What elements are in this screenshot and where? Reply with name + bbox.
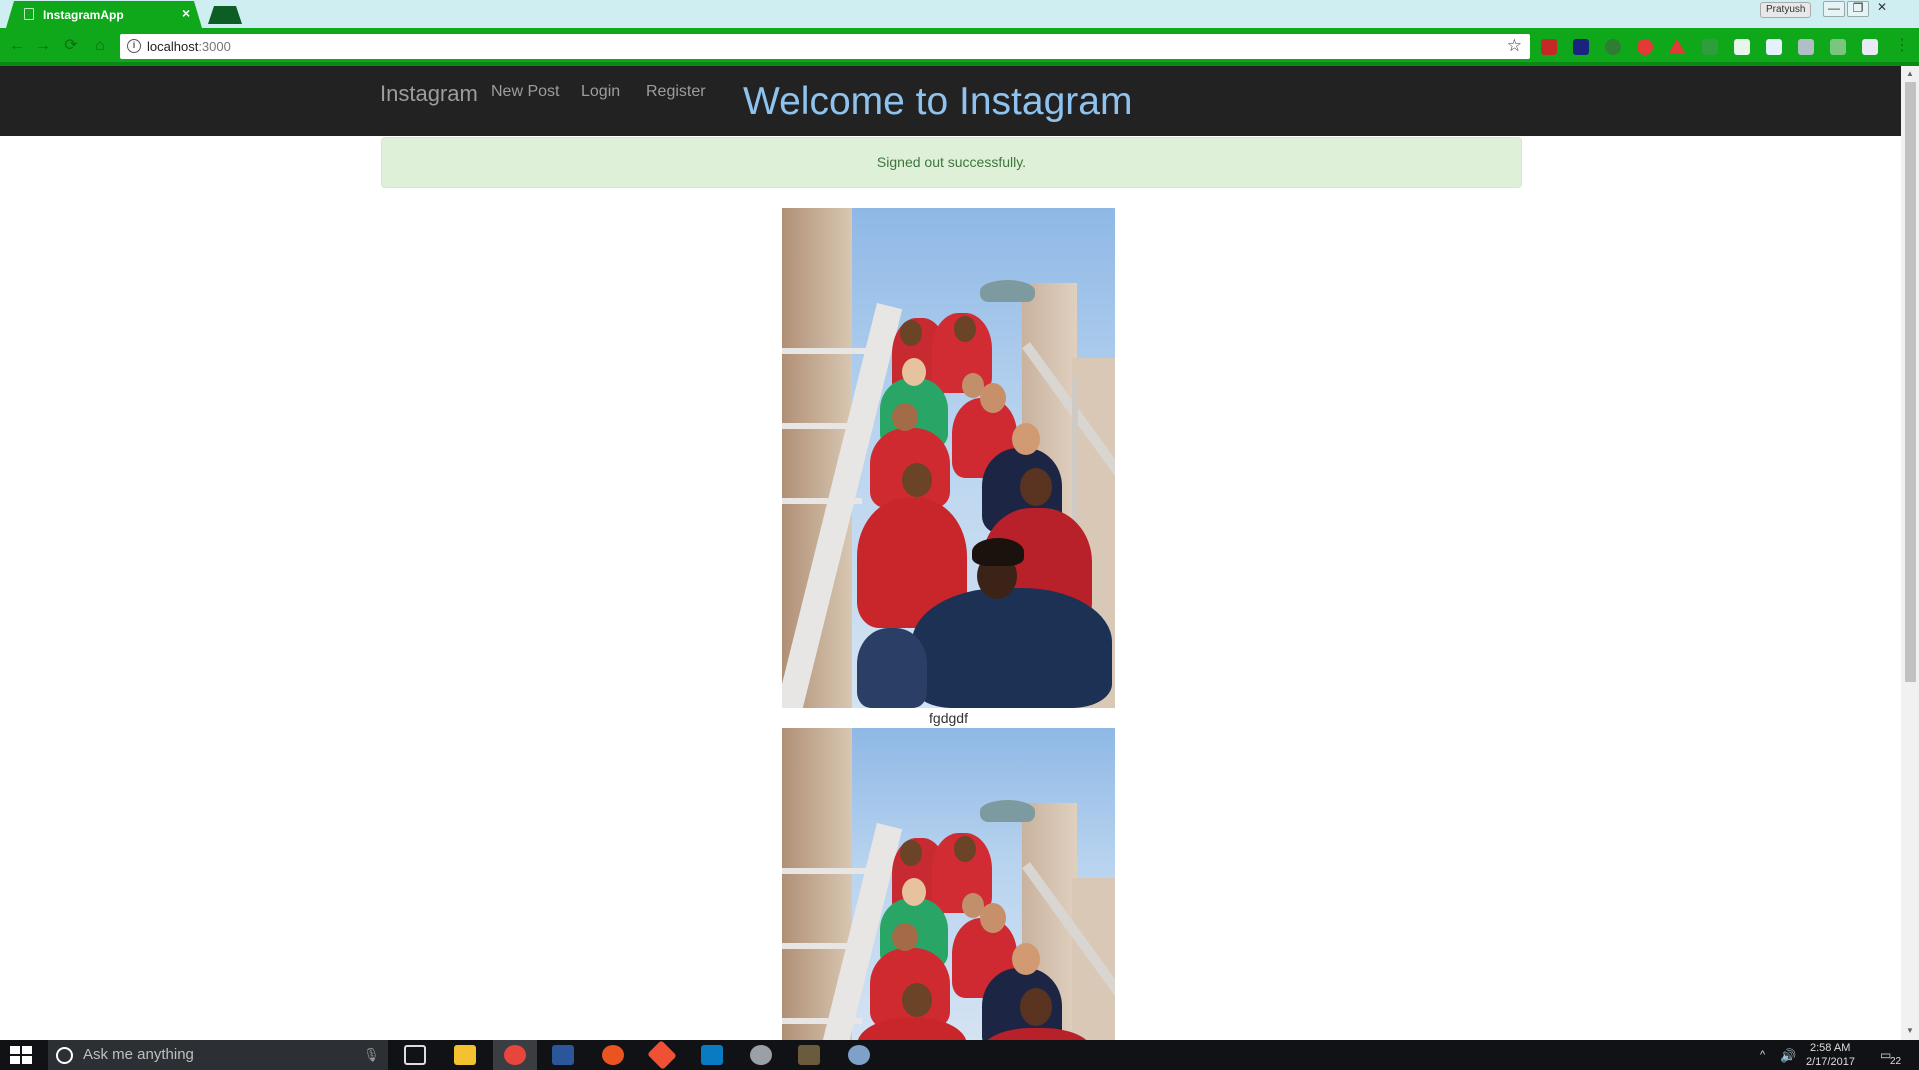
chrome-icon[interactable] [504,1045,526,1065]
windows-taskbar: Ask me anything 🎙 ^ 🔊 2:58 AM 2/17/2017 … [0,1040,1919,1070]
visual-studio-icon[interactable] [701,1045,723,1065]
navbar-brand-link[interactable]: Instagram [380,81,478,107]
post-caption: fgdgdf [929,710,968,726]
tab-close-icon[interactable]: × [182,5,190,21]
paint-icon[interactable] [848,1045,870,1065]
clock-date[interactable]: 2/17/2017 [1806,1056,1855,1068]
extension-icon-1[interactable] [1541,39,1557,55]
windows-start-icon[interactable] [10,1046,32,1064]
browser-titlebar: InstagramApp × Pratyush — ❐ ✕ [0,0,1919,28]
file-explorer-icon[interactable] [454,1045,476,1065]
forward-arrow-icon[interactable]: → [34,37,52,55]
browser-toolbar: ← → ⟳ ⌂ i localhost:3000 ☆ ⋮ [0,28,1919,66]
close-window-button[interactable]: ✕ [1871,1,1893,17]
flash-alert-success: Signed out successfully. [381,137,1522,188]
notification-count: 22 [1890,1056,1902,1067]
scroll-down-icon[interactable]: ▼ [1906,1026,1914,1035]
browser-menu-icon[interactable]: ⋮ [1893,37,1911,55]
back-arrow-icon[interactable]: ← [8,37,26,55]
task-view-icon[interactable] [404,1045,426,1065]
extension-icon-2[interactable] [1573,39,1589,55]
extension-icon-10[interactable] [1830,39,1846,55]
clock-time[interactable]: 2:58 AM [1810,1042,1850,1054]
site-navbar: Instagram New Post Login Register Welcom… [0,66,1901,136]
extension-icon-7[interactable] [1734,39,1750,55]
scroll-up-icon[interactable]: ▲ [1906,69,1914,78]
microphone-icon[interactable]: 🎙 [363,1040,380,1070]
extension-icon-6[interactable] [1702,39,1718,55]
extension-icon-9[interactable] [1798,39,1814,55]
address-bar[interactable]: i localhost:3000 ☆ [120,34,1530,59]
nav-link-login[interactable]: Login [581,83,620,101]
cortana-icon [56,1047,73,1064]
cortana-search-box[interactable]: Ask me anything 🎙 [48,1040,388,1070]
new-tab-button[interactable] [208,6,242,24]
git-icon[interactable] [647,1040,677,1070]
tab-title: InstagramApp [43,8,124,22]
extension-icon-3[interactable] [1605,39,1621,55]
page-scrollbar[interactable]: ▲ ▼ [1901,66,1919,1040]
bookmark-star-icon[interactable]: ☆ [1507,36,1522,56]
post-photo [782,728,1115,1040]
word-icon[interactable] [552,1045,574,1065]
browser-tab-active[interactable]: InstagramApp × [6,1,202,28]
reload-icon[interactable]: ⟳ [62,37,80,55]
post-photo [782,208,1115,708]
profile-button[interactable]: Pratyush [1760,2,1812,18]
search-placeholder: Ask me anything [83,1046,194,1063]
extension-icon-5[interactable] [1669,39,1685,53]
extension-icon-11[interactable] [1862,39,1878,55]
page-favicon-icon [24,8,34,20]
restore-button[interactable]: ❐ [1847,1,1869,17]
page-heading: Welcome to Instagram [743,80,1133,123]
minimize-button[interactable]: — [1823,1,1845,17]
address-url[interactable]: localhost:3000 [147,39,231,54]
sublime-text-icon[interactable] [798,1045,820,1065]
nav-link-register[interactable]: Register [646,83,706,101]
ubuntu-icon[interactable] [602,1045,624,1065]
site-info-icon[interactable]: i [127,39,141,53]
tray-chevron-icon[interactable]: ^ [1760,1049,1765,1061]
volume-icon[interactable]: 🔊 [1780,1048,1796,1064]
nav-link-new-post[interactable]: New Post [491,83,559,101]
extension-icon-8[interactable] [1766,39,1782,55]
home-icon[interactable]: ⌂ [91,37,109,55]
extension-icon-4[interactable] [1637,39,1653,55]
app-icon-8[interactable] [750,1045,772,1065]
scrollbar-thumb[interactable] [1905,82,1916,682]
